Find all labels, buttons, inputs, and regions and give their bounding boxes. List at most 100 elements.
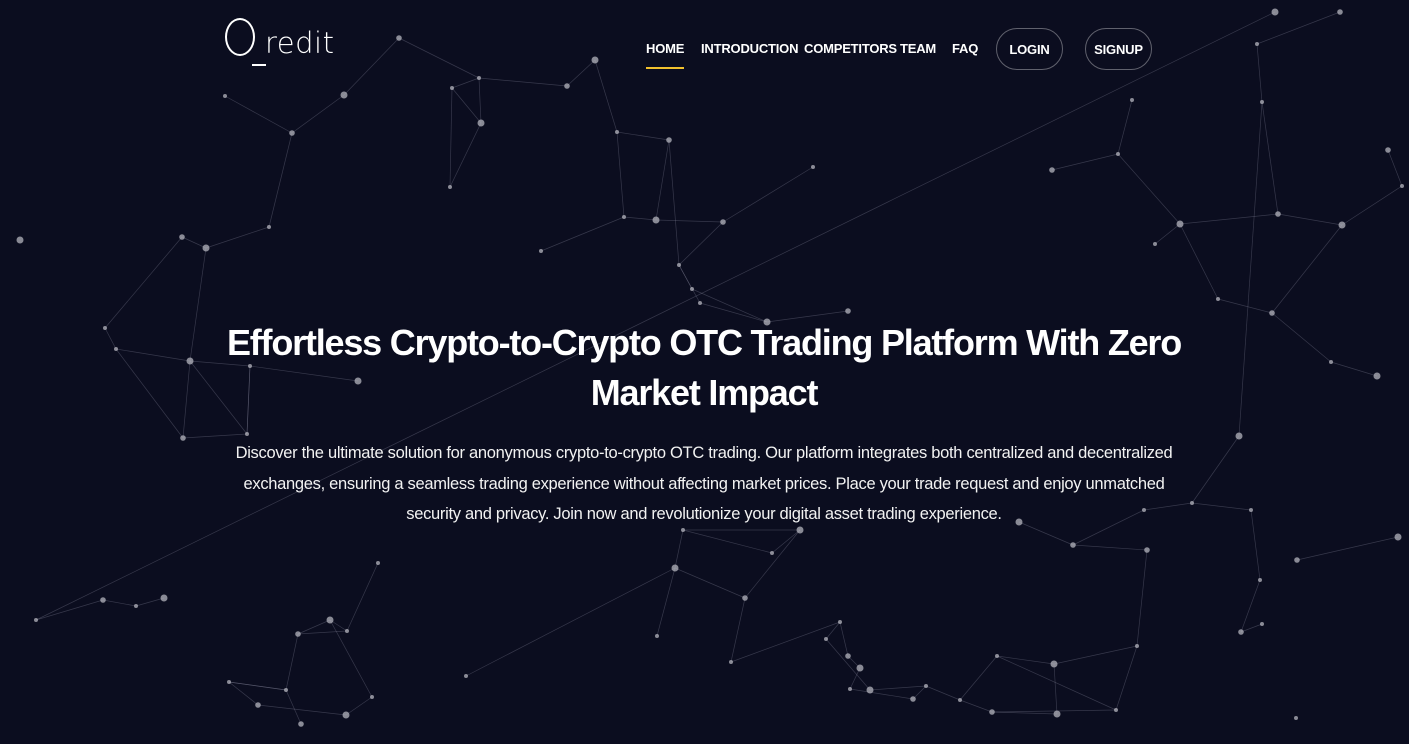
network-node	[671, 564, 679, 572]
nav-item-competitors[interactable]: COMPETITORS	[804, 40, 897, 58]
network-node	[289, 130, 295, 136]
network-link	[291, 94, 345, 134]
network-node	[1275, 211, 1281, 217]
network-link	[1296, 536, 1399, 561]
network-node	[698, 301, 702, 305]
network-node	[1114, 708, 1118, 712]
network-node	[160, 594, 168, 602]
network-link	[449, 87, 453, 188]
network-link	[135, 597, 165, 607]
network-link	[616, 131, 670, 141]
network-node	[848, 687, 852, 691]
network-node	[838, 620, 842, 624]
network-link	[449, 122, 482, 188]
network-node	[1294, 716, 1298, 720]
network-node	[1144, 547, 1150, 553]
network-node	[227, 680, 231, 684]
network-node	[1373, 372, 1381, 380]
network-node	[729, 660, 733, 664]
network-node	[298, 721, 304, 727]
network-node	[1176, 220, 1184, 228]
network-node	[1258, 578, 1262, 582]
network-node	[615, 130, 619, 134]
network-node	[1216, 297, 1220, 301]
network-node	[770, 551, 774, 555]
network-node	[114, 347, 118, 351]
network-link	[1330, 361, 1378, 377]
network-link	[1191, 435, 1240, 504]
network-link	[115, 348, 184, 439]
network-link	[1053, 663, 1058, 715]
network-link	[182, 360, 191, 439]
nav-item-team[interactable]: TEAM	[900, 40, 936, 58]
network-node	[652, 216, 660, 224]
network-node	[1329, 360, 1333, 364]
network-node	[100, 597, 106, 603]
network-link	[959, 699, 993, 713]
network-node	[464, 674, 468, 678]
network-link	[722, 166, 814, 223]
network-link	[656, 567, 676, 637]
network-link	[1271, 224, 1343, 314]
network-node	[539, 249, 543, 253]
network-link	[1179, 213, 1279, 225]
network-node	[690, 287, 694, 291]
logo[interactable]: redit	[224, 14, 334, 70]
network-node	[1260, 622, 1264, 626]
nav-item-faq[interactable]: FAQ	[952, 40, 978, 58]
network-node	[376, 561, 380, 565]
network-node	[1135, 644, 1139, 648]
network-link	[1240, 623, 1263, 633]
network-node	[179, 234, 185, 240]
nav-item-home[interactable]: HOME	[646, 40, 685, 69]
network-node	[345, 629, 349, 633]
login-button[interactable]: LOGIN	[996, 28, 1063, 70]
network-node	[34, 618, 38, 622]
nav-item-introduction[interactable]: INTRODUCTION	[701, 40, 798, 58]
network-link	[1250, 509, 1261, 581]
network-link	[1115, 645, 1138, 711]
network-link	[991, 711, 1058, 715]
network-node	[856, 664, 864, 672]
network-link	[678, 221, 724, 266]
network-link	[297, 630, 348, 635]
navbar: redit HOME INTRODUCTION COMPETITORS TEAM…	[0, 0, 1409, 100]
network-link	[1179, 223, 1219, 300]
network-link	[1072, 544, 1148, 551]
network-node	[326, 616, 334, 624]
signup-button[interactable]: SIGNUP	[1085, 28, 1152, 70]
network-node	[958, 698, 962, 702]
network-link	[345, 696, 373, 716]
network-link	[1154, 223, 1181, 245]
network-node	[1269, 310, 1275, 316]
network-link	[205, 226, 270, 249]
network-link	[1191, 502, 1252, 511]
network-node	[370, 695, 374, 699]
network-node	[845, 653, 851, 659]
network-node	[1385, 147, 1391, 153]
landing-page: redit HOME INTRODUCTION COMPETITORS TEAM…	[0, 0, 1409, 744]
network-link	[1341, 185, 1403, 226]
network-node	[267, 225, 271, 229]
network-node	[924, 684, 928, 688]
network-node	[1116, 152, 1120, 156]
network-link	[102, 599, 137, 607]
network-node	[866, 686, 874, 694]
network-link	[825, 638, 871, 691]
network-link	[329, 619, 373, 698]
network-node	[1235, 432, 1243, 440]
network-link	[104, 327, 117, 350]
logo-q-icon	[225, 18, 255, 56]
network-link	[1117, 99, 1133, 155]
network-link	[730, 621, 841, 663]
network-node	[202, 244, 210, 252]
network-link	[1387, 149, 1403, 187]
network-node	[824, 637, 828, 641]
network-link	[1217, 298, 1273, 314]
network-node	[1049, 167, 1055, 173]
hero-description: Discover the ultimate solution for anony…	[235, 444, 1173, 523]
network-link	[771, 529, 801, 554]
network-link	[925, 685, 961, 701]
network-link	[991, 709, 1117, 713]
network-link	[285, 689, 302, 725]
